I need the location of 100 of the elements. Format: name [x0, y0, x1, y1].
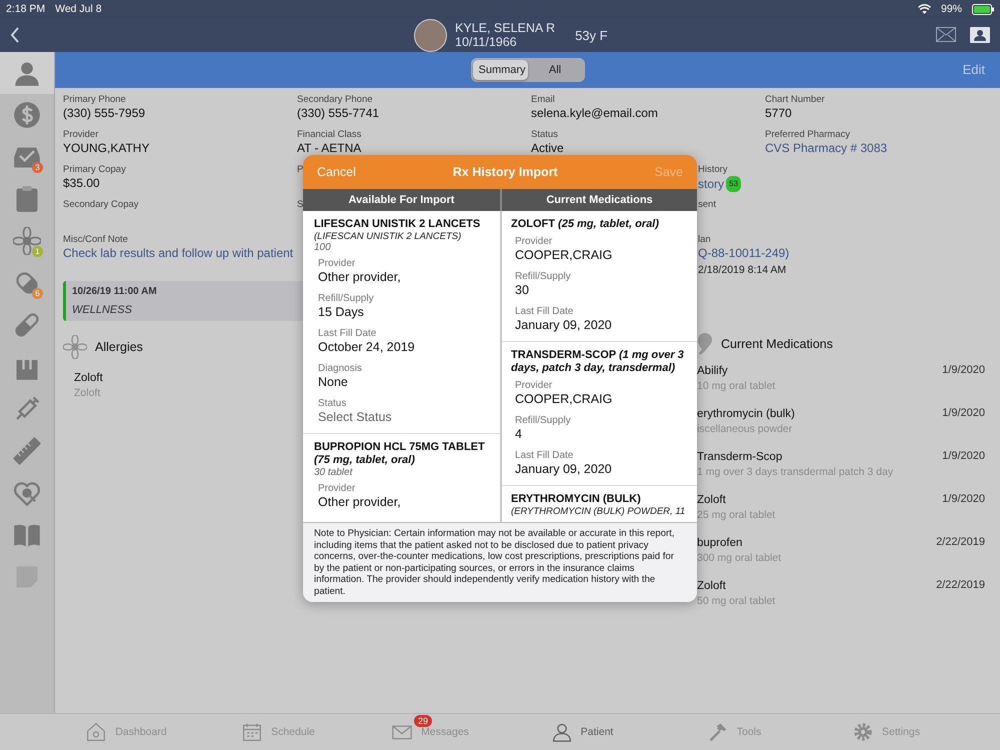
mail-icon[interactable] — [936, 27, 956, 42]
field-label: Provider — [318, 258, 356, 270]
appointment-type: WELLNESS — [72, 304, 133, 316]
field-label: Misc/Conf Note — [63, 234, 128, 246]
field-value: Other provider, — [318, 494, 401, 510]
status-time: 2:18 PM — [6, 3, 46, 15]
field-value: January 09, 2020 — [515, 318, 612, 333]
medication-title: TRANSDERM-SCOP (1 mg over 3 days, patch 3 day, transdermal) — [511, 348, 685, 375]
count-badge: 3 — [32, 162, 43, 173]
medication-subtitle: (ERYTHROMYCIN (BULK) POWDER, 11 — [511, 506, 686, 517]
tab-bar-item[interactable]: Patient — [506, 714, 658, 750]
section-title: Current Medications — [721, 337, 833, 351]
field-link[interactable]: Check lab results and follow up with patient — [63, 246, 294, 260]
field-value: None — [318, 374, 348, 390]
segment-tab[interactable]: All — [528, 60, 582, 80]
count-badge: 6 — [32, 288, 43, 299]
person-icon — [550, 722, 573, 742]
count-badge: 53 — [726, 176, 741, 192]
appointment-time: 10/26/19 11:00 AM — [72, 286, 158, 298]
field-link[interactable]: Q-88-10011-249) — [698, 246, 790, 260]
field-label: Refill/Supply — [318, 292, 374, 305]
field-label: Status — [531, 129, 558, 141]
section-title: Allergies — [95, 340, 143, 354]
medication-name: Transderm-Scop — [697, 450, 784, 465]
segment-tab[interactable]: Summary — [472, 60, 528, 80]
flower-icon — [13, 227, 41, 255]
patient-name: KYLE, SELENA R — [455, 21, 556, 35]
field-label: P — [297, 164, 304, 176]
count-badge: 1 — [32, 246, 43, 257]
flower-icon — [63, 335, 87, 359]
medication-detail: 10 mg oral tablet — [697, 379, 776, 393]
field-label: Provider — [515, 236, 552, 248]
tab-bar-item[interactable]: Schedule — [202, 714, 354, 750]
allergy-name: Zoloft — [74, 371, 104, 386]
field-value: October 24, 2019 — [318, 340, 415, 355]
sidebar-item[interactable]: 6 — [0, 262, 54, 304]
medication-name: erythromycin (bulk) — [697, 407, 796, 422]
field-label: Provider — [515, 380, 552, 392]
sidebar-item[interactable] — [0, 52, 54, 94]
field-label: Diagnosis — [318, 362, 362, 375]
tab-bar-item[interactable]: Settings — [810, 714, 962, 750]
field-label: Primary Phone — [63, 94, 126, 106]
medication-name: Zoloft — [697, 493, 727, 508]
calendar-icon — [241, 722, 264, 742]
medication-date: 1/9/2020 — [942, 407, 985, 421]
field-label: Provider — [318, 482, 356, 495]
column-header: Current Medications — [500, 188, 697, 211]
medication-date: 1/9/2020 — [942, 364, 985, 378]
field-label: Status — [318, 398, 346, 410]
gear-icon — [852, 722, 874, 742]
field-value: Other provider, — [318, 270, 401, 285]
field-label: lan — [698, 234, 711, 246]
battery-icon — [972, 4, 994, 14]
physician-note: Note to Physician: Certain information may not be available or accurate in this report, including items that the patient asked not to be disclosed due to patient privacy concerns, over-the-counter medications, low cost prescriptions, prescriptions paid for by the patient or non-participating sources, or errors in the insurance claims information. The provider should independently verify medication history with the patient. — [303, 522, 697, 602]
status-date: Wed Jul 8 — [55, 3, 102, 15]
age-sex: 53y F — [575, 28, 608, 42]
edit-button[interactable]: Edit — [962, 62, 985, 77]
contact-card-icon[interactable] — [970, 27, 990, 43]
modal-title: Rx History Import — [452, 164, 558, 179]
field-value: 4 — [515, 426, 522, 442]
cancel-button[interactable]: Cancel — [317, 164, 356, 179]
medication-quantity: 100 — [314, 242, 332, 253]
medication-title: ERYTHROMYCIN (BULK) — [511, 492, 642, 506]
medication-detail: 300 mg oral tablet — [697, 551, 782, 565]
tab-bar-item[interactable]: Dashboard — [50, 714, 202, 750]
field-label: Refill/Supply — [515, 414, 571, 427]
house-icon — [85, 722, 108, 742]
field-label: History — [698, 164, 728, 176]
tab-bar-item[interactable]: Tools — [658, 714, 810, 750]
field-label: Secondary Phone — [297, 94, 373, 106]
field-label: Last Fill Date — [515, 450, 574, 462]
medication-name: buprofen — [697, 536, 744, 551]
medication-detail: 1 mg over 3 days transdermal patch 3 day — [697, 465, 894, 479]
field-value: January 09, 2020 — [515, 462, 612, 477]
field-value: (330) 555-7741 — [297, 106, 380, 120]
medication-name: Zoloft — [697, 579, 727, 594]
wifi-icon — [918, 4, 931, 14]
field-value: 15 Days — [318, 304, 364, 320]
medication-detail: 25 mg oral tablet — [697, 508, 776, 522]
battery-percent: 99% — [940, 3, 962, 15]
field-label: Preferred Pharmacy — [765, 129, 850, 141]
tab-bar-item[interactable]: Messages 29 — [354, 714, 506, 750]
field-value: selena.kyle@email.com — [531, 106, 658, 120]
field-value: COOPER,CRAIG — [515, 248, 612, 263]
medication-date: 2/22/2019 — [936, 536, 985, 550]
field-label: Refill/Supply — [515, 270, 571, 283]
medication-date: 1/9/2020 — [942, 493, 985, 507]
status-select[interactable]: Select Status — [318, 410, 392, 425]
medication-date: 1/9/2020 — [942, 450, 985, 464]
medication-title: BUPROPION HCL 75MG TABLET (75 mg, tablet, oral) — [314, 440, 486, 467]
sidebar-item[interactable]: 1 — [0, 220, 54, 262]
sidebar-item[interactable]: 3 — [0, 136, 54, 178]
field-link[interactable]: CVS Pharmacy # 3083 — [765, 141, 888, 155]
field-label: Last Fill Date — [515, 306, 574, 318]
field-link[interactable]: story — [698, 177, 724, 191]
dollar-icon — [13, 101, 41, 129]
avatar — [414, 18, 447, 52]
medication-title: LIFESCAN UNISTIK 2 LANCETS — [314, 218, 482, 231]
field-value: 2/18/2019 8:14 AM — [698, 264, 786, 276]
field-value: 5770 — [765, 106, 792, 120]
